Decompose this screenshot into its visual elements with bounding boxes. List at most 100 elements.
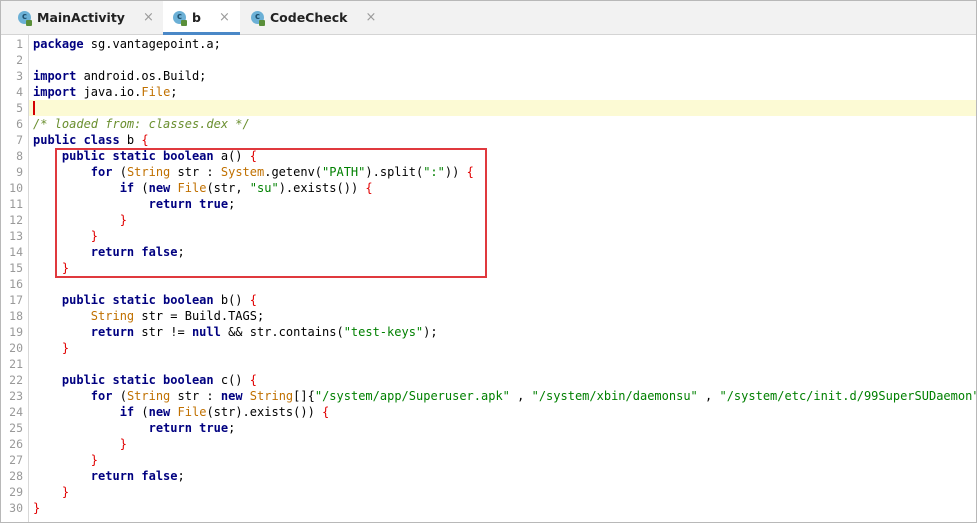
code-token: b() [213, 293, 250, 307]
code-token: return true [148, 421, 229, 435]
code-token: { [249, 293, 257, 307]
close-icon[interactable]: × [143, 10, 154, 25]
code-token: for [90, 389, 113, 403]
code-token: ( [134, 405, 149, 419]
code-line: public static boolean c() { [33, 372, 257, 388]
code-token: String [90, 309, 135, 323]
line-number: 6 [16, 117, 23, 131]
line-number: 28 [9, 469, 23, 483]
code-token: ; [177, 469, 185, 483]
tab-codecheck[interactable]: c CodeCheck × [251, 1, 376, 34]
code-line: import android.os.Build; [33, 68, 206, 84]
code-token: str : [170, 389, 221, 403]
code-line: } [33, 436, 127, 452]
line-number: 5 [16, 101, 23, 115]
code-line: String str = Build.TAGS; [33, 308, 264, 324]
code-line: return true; [33, 420, 236, 436]
class-icon: c [173, 11, 187, 26]
code-line: } [33, 452, 98, 468]
line-number: 3 [16, 69, 23, 83]
line-number: 17 [9, 293, 23, 307]
line-number: 13 [9, 229, 23, 243]
code-token: /* loaded from: classes.dex */ [33, 117, 250, 131]
code-token: "test-keys" [343, 325, 424, 339]
editor-tab-bar: c MainActivity × c b × c CodeCheck × [1, 1, 976, 35]
code-token: ; [170, 85, 178, 99]
code-token: { [141, 133, 149, 147]
line-number: 12 [9, 213, 23, 227]
code-token: File [141, 85, 171, 99]
line-number: 10 [9, 181, 23, 195]
code-token: { [249, 373, 257, 387]
code-token: []{ [293, 389, 315, 403]
code-line: if (new File(str).exists()) { [33, 404, 330, 420]
code-token: str != [134, 325, 192, 339]
code-token: java.io. [76, 85, 142, 99]
annotation-highlight-box [55, 148, 487, 278]
code-line: for (String str : new String[]{"/system/… [33, 388, 977, 404]
line-number: 11 [9, 197, 23, 211]
code-token: { [322, 405, 330, 419]
code-token: } [33, 501, 41, 515]
code-token: TAGS [228, 309, 257, 323]
code-line: } [33, 340, 69, 356]
code-token: public class [33, 133, 120, 147]
code-token: import [33, 69, 77, 83]
code-token: "/system/etc/init.d/99SuperSUDaemon" [719, 389, 977, 403]
code-token: b [119, 133, 142, 147]
line-number: 4 [16, 85, 23, 99]
code-token: } [119, 437, 127, 451]
tab-mainactivity[interactable]: c MainActivity × [18, 1, 154, 34]
code-token: ; [256, 309, 265, 323]
code-token: sg.vantagepoint.a; [83, 37, 221, 51]
code-token: package [33, 37, 84, 51]
tab-b[interactable]: c b × [163, 1, 240, 35]
code-area[interactable]: package sg.vantagepoint.a; import android… [33, 35, 976, 522]
close-icon[interactable]: × [365, 10, 376, 25]
tab-label: CodeCheck [270, 10, 348, 25]
line-number: 2 [16, 53, 23, 67]
code-token: , [697, 389, 720, 403]
line-number: 8 [16, 149, 23, 163]
line-number: 24 [9, 405, 23, 419]
code-token: ; [228, 421, 236, 435]
code-token: } [61, 341, 70, 355]
code-line: /* loaded from: classes.dex */ [33, 116, 250, 132]
code-token: new [148, 405, 171, 419]
line-number: 9 [16, 165, 23, 179]
code-line: return str != null && str.contains("test… [33, 324, 438, 340]
code-token: String [126, 389, 171, 403]
code-token: null [191, 325, 221, 339]
code-token: if [119, 405, 135, 419]
line-number: 30 [9, 501, 23, 515]
close-icon[interactable]: × [219, 10, 230, 25]
line-number: 18 [9, 309, 23, 323]
line-number: 1 [16, 37, 23, 51]
code-token: , [509, 389, 532, 403]
code-token: File [177, 405, 207, 419]
line-number: 27 [9, 453, 23, 467]
code-editor[interactable]: 1 2 3 4 5 6 7 8 9 10 11 12 13 14 15 16 17 18 19 20 21 22 23 24 2… [1, 35, 976, 522]
code-token: } [61, 485, 70, 499]
code-line: import java.io.File; [33, 84, 178, 100]
code-token: "/system/xbin/daemonsu" [531, 389, 698, 403]
code-line: } [33, 500, 40, 516]
ide-window: c MainActivity × c b × c CodeCheck × 123… [0, 0, 977, 523]
code-token: android.os.Build; [76, 69, 207, 83]
code-token: && str.contains( [220, 325, 344, 339]
code-token: public static boolean [61, 293, 214, 307]
text-caret [33, 101, 35, 115]
code-line: return false; [33, 468, 185, 484]
line-number: 21 [9, 357, 23, 371]
